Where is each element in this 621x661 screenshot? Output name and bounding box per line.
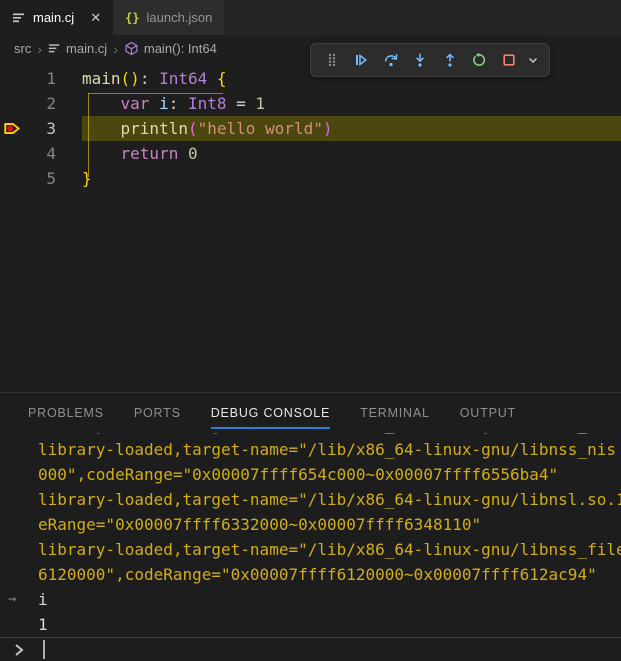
close-icon[interactable]: ✕ (90, 11, 101, 24)
debug-toolbar (310, 43, 550, 77)
file-lines-icon (48, 42, 61, 55)
line-number: 2 (46, 91, 56, 116)
symbol-method-icon (124, 41, 139, 56)
breadcrumb-item-src[interactable]: src (14, 41, 31, 56)
editor-gutter[interactable]: 2 (0, 91, 82, 116)
tab-main-cj[interactable]: main.cj ✕ (0, 0, 113, 35)
file-lines-icon (12, 11, 26, 25)
code-text: var i: Int8 = 1 (82, 91, 621, 116)
line-number: 4 (46, 141, 56, 166)
console-line: eRange="0x00007ffff6332000~0x00007ffff63… (0, 512, 621, 537)
debug-continue-button[interactable] (348, 47, 373, 73)
breakpoint-current-line-icon[interactable] (3, 119, 21, 138)
bracket-guide-vertical (88, 93, 89, 177)
input-echo-arrow-icon: → (8, 587, 16, 612)
debug-restart-button[interactable] (466, 47, 491, 73)
text-cursor (43, 640, 45, 659)
debug-console-output[interactable]: library-loaded,target-name="/lib/x86_64-… (0, 433, 621, 637)
debug-stop-button[interactable] (496, 47, 521, 73)
line-number: 3 (46, 116, 56, 141)
tab-debug-console[interactable]: DEBUG CONSOLE (211, 393, 330, 433)
line-number: 1 (46, 66, 56, 91)
editor-tab-bar: main.cj ✕ {} launch.json (0, 0, 621, 35)
code-text: println("hello world") (82, 116, 621, 141)
prompt-chevron-icon (10, 641, 28, 659)
gripper-icon[interactable] (319, 47, 344, 73)
debug-step-over-button[interactable] (378, 47, 403, 73)
code-line[interactable]: 3 println("hello world") (0, 116, 621, 141)
editor-gutter[interactable]: 5 (0, 166, 82, 191)
braces-icon: {} (125, 11, 139, 25)
console-line: 000",codeRange="0x00007ffff654c000~0x000… (0, 462, 621, 487)
chevron-right-icon: › (37, 41, 42, 57)
bottom-panel: PROBLEMS PORTS DEBUG CONSOLE TERMINAL OU… (0, 392, 621, 661)
tab-label: main.cj (33, 10, 74, 25)
panel-tab-bar: PROBLEMS PORTS DEBUG CONSOLE TERMINAL OU… (0, 393, 621, 433)
console-line: library-loaded,target-name="/lib/x86_64-… (0, 437, 621, 462)
tab-label: launch.json (147, 10, 213, 25)
console-line: →i (0, 587, 621, 612)
console-line: library-loaded,target-name="/lib/x86_64-… (0, 487, 621, 512)
vscode-window: main.cj ✕ {} launch.json src › main.cj › (0, 0, 621, 661)
code-line[interactable]: 5} (0, 166, 621, 191)
debug-more-dropdown[interactable] (525, 47, 541, 73)
code-line[interactable]: 2 var i: Int8 = 1 (0, 91, 621, 116)
tab-terminal[interactable]: TERMINAL (360, 393, 430, 433)
editor-gutter[interactable]: 1 (0, 66, 82, 91)
debug-step-out-button[interactable] (437, 47, 462, 73)
tab-launch-json[interactable]: {} launch.json (113, 0, 224, 35)
breadcrumb-item-file[interactable]: main.cj (48, 41, 107, 56)
breadcrumb-item-symbol[interactable]: main(): Int64 (124, 41, 217, 56)
console-line: library-loaded,target-name="/lib/x86_64-… (0, 537, 621, 562)
code-text: } (82, 166, 621, 191)
editor-gutter[interactable]: 3 (0, 116, 82, 141)
code-editor[interactable]: 1main(): Int64 {2 var i: Int8 = 13 print… (0, 62, 621, 392)
editor-gutter[interactable]: 4 (0, 141, 82, 166)
chevron-right-icon: › (113, 41, 118, 57)
debug-step-into-button[interactable] (407, 47, 432, 73)
tab-problems[interactable]: PROBLEMS (28, 393, 104, 433)
line-number: 5 (46, 166, 56, 191)
console-line: 1 (0, 612, 621, 637)
tab-output[interactable]: OUTPUT (460, 393, 516, 433)
code-text: return 0 (82, 141, 621, 166)
code-line[interactable]: 4 return 0 (0, 141, 621, 166)
console-line: 6120000",codeRange="0x00007ffff6120000~0… (0, 562, 621, 587)
tab-ports[interactable]: PORTS (134, 393, 181, 433)
bracket-guide-horizontal (88, 93, 223, 94)
debug-console-input[interactable] (0, 637, 621, 661)
